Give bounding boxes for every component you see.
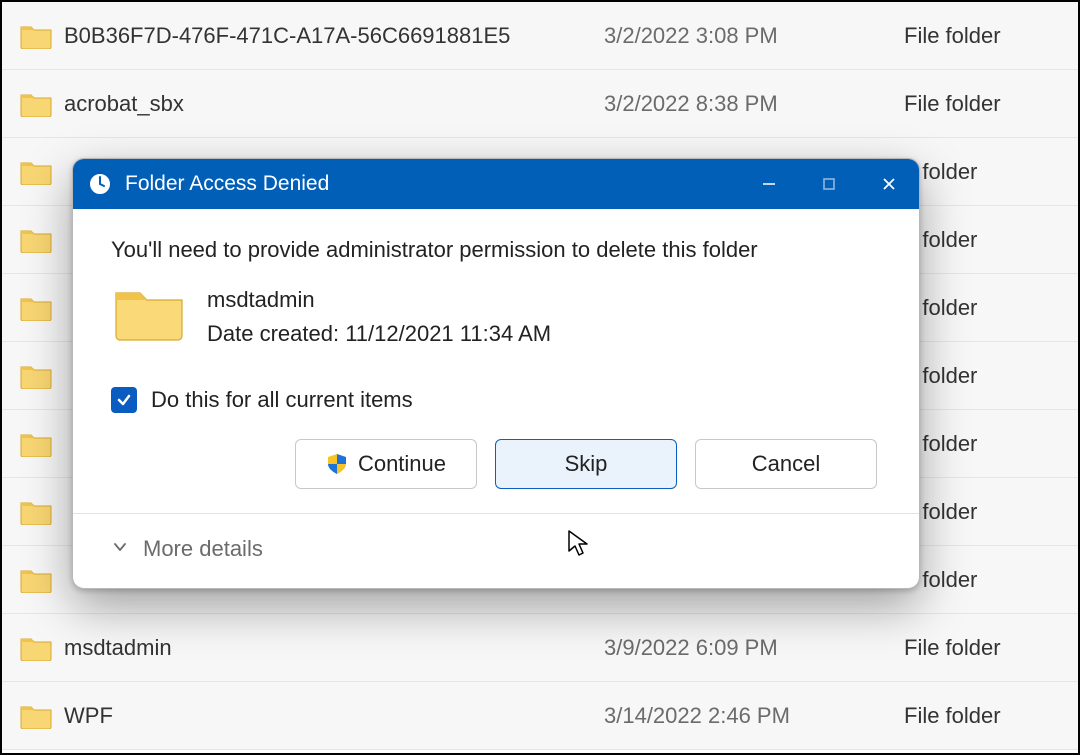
target-folder-name: msdtadmin	[207, 283, 551, 317]
cancel-button[interactable]: Cancel	[695, 439, 877, 489]
folder-icon	[20, 227, 52, 253]
file-date: 3/2/2022 3:08 PM	[604, 23, 904, 49]
folder-icon	[20, 159, 52, 185]
folder-icon	[20, 295, 52, 321]
dialog-title: Folder Access Denied	[125, 172, 739, 196]
continue-label: Continue	[358, 451, 446, 477]
caption-buttons	[739, 159, 919, 209]
file-type: e folder	[904, 227, 1078, 253]
file-type: e folder	[904, 499, 1078, 525]
clock-icon	[87, 171, 113, 197]
file-row[interactable]: acrobat_sbx 3/2/2022 8:38 PM File folder	[2, 70, 1078, 138]
file-type: File folder	[904, 23, 1078, 49]
file-type: e folder	[904, 431, 1078, 457]
folder-icon	[20, 431, 52, 457]
folder-icon	[20, 635, 52, 661]
uac-shield-icon	[326, 453, 348, 475]
file-row[interactable]: msdtadmin 3/9/2022 6:09 PM File folder	[2, 614, 1078, 682]
folder-icon	[20, 567, 52, 593]
file-type: File folder	[904, 635, 1078, 661]
permission-message: You'll need to provide administrator per…	[111, 237, 881, 263]
file-date: 3/9/2022 6:09 PM	[604, 635, 904, 661]
file-name: acrobat_sbx	[64, 91, 604, 117]
dialog-body: You'll need to provide administrator per…	[73, 209, 919, 513]
file-type: e folder	[904, 567, 1078, 593]
folder-icon	[20, 363, 52, 389]
more-details-toggle[interactable]: More details	[73, 513, 919, 588]
titlebar[interactable]: Folder Access Denied	[73, 159, 919, 209]
file-row[interactable]: WPF 3/14/2022 2:46 PM File folder	[2, 682, 1078, 750]
cancel-label: Cancel	[752, 451, 820, 477]
more-details-label: More details	[143, 536, 263, 562]
file-date: 3/14/2022 2:46 PM	[604, 703, 904, 729]
date-created: Date created: 11/12/2021 11:34 AM	[207, 317, 551, 351]
folder-icon	[113, 283, 185, 341]
continue-button[interactable]: Continue	[295, 439, 477, 489]
file-name: msdtadmin	[64, 635, 604, 661]
minimize-button[interactable]	[739, 159, 799, 209]
checkbox-icon[interactable]	[111, 387, 137, 413]
file-date: 3/2/2022 8:38 PM	[604, 91, 904, 117]
file-name: B0B36F7D-476F-471C-A17A-56C6691881E5	[64, 23, 604, 49]
folder-icon	[20, 23, 52, 49]
apply-all-label: Do this for all current items	[151, 387, 413, 413]
cursor-icon	[567, 529, 589, 557]
apply-all-row[interactable]: Do this for all current items	[111, 387, 881, 413]
file-name: WPF	[64, 703, 604, 729]
file-type: File folder	[904, 703, 1078, 729]
file-type: e folder	[904, 363, 1078, 389]
folder-icon	[20, 499, 52, 525]
file-type: e folder	[904, 295, 1078, 321]
folder-access-denied-dialog: Folder Access Denied You'll need to prov…	[72, 158, 920, 589]
close-button[interactable]	[859, 159, 919, 209]
maximize-button[interactable]	[799, 159, 859, 209]
folder-icon	[20, 703, 52, 729]
folder-info: msdtadmin Date created: 11/12/2021 11:34…	[111, 283, 881, 351]
file-type: File folder	[904, 91, 1078, 117]
button-row: Continue Skip Cancel	[111, 439, 881, 489]
file-type: e folder	[904, 159, 1078, 185]
folder-icon	[20, 91, 52, 117]
file-row[interactable]: B0B36F7D-476F-471C-A17A-56C6691881E5 3/2…	[2, 2, 1078, 70]
skip-label: Skip	[565, 451, 608, 477]
chevron-down-icon	[111, 536, 129, 562]
skip-button[interactable]: Skip	[495, 439, 677, 489]
